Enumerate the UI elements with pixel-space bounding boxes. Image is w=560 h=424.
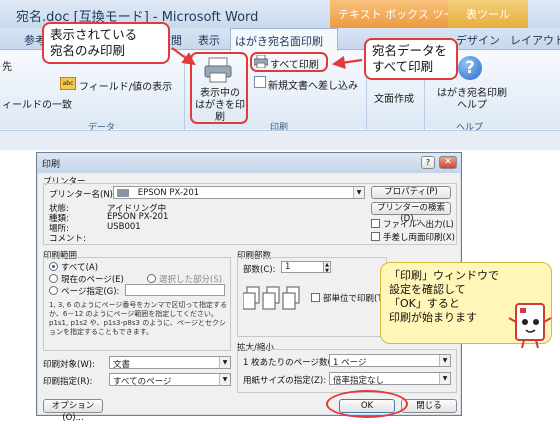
collate-pages-icon [243,286,300,310]
chevron-down-icon[interactable]: ▼ [439,373,450,384]
chevron-down-icon[interactable]: ▼ [219,374,230,385]
print-what-label: 印刷対象(W): [43,360,95,370]
close-icon[interactable]: ✕ [439,156,457,169]
close-button[interactable]: 閉じる [401,399,457,413]
copies-value: 1 [285,262,291,272]
location-value: USB001 [107,222,141,232]
properties-button[interactable]: プロパティ(P) [371,186,451,199]
range-all-radio[interactable] [49,262,58,271]
range-pages-label: ページ指定(G): [61,287,120,297]
comment-label: コメント: [49,234,86,244]
help-icon[interactable]: ? [421,156,435,169]
range-selection-radio[interactable] [147,274,156,283]
print-pages-label: 印刷指定(R): [43,377,93,387]
manual-duplex-label: 手差し両面印刷(X) [383,233,455,243]
chevron-down-icon[interactable]: ▼ [439,355,450,366]
scale-paper-label: 用紙サイズの指定(Z): [243,376,327,386]
printer-name-label: プリンター名(N): [49,190,116,200]
highlight-ok-button [326,390,408,418]
chevron-down-icon[interactable]: ▼ [353,187,364,198]
find-printer-button[interactable]: プリンターの検索(D)... [371,202,451,224]
range-help-text: 1, 3, 6 のようにページ番号をカンマで区切って指定するか、6－12 のよう… [49,301,227,336]
print-pages-select[interactable]: すべてのページ ▼ [109,373,231,387]
range-current-radio[interactable] [49,274,58,283]
copies-stepper[interactable]: ▲ ▼ [323,261,331,274]
chevron-down-icon[interactable]: ▼ [219,357,230,368]
printer-small-icon [117,188,129,197]
range-pages-radio[interactable] [49,286,58,295]
pages-per-sheet-select[interactable]: 1 ページ ▼ [329,354,451,368]
dialog-title: 印刷 [42,160,61,170]
scale-paper-value: 倍率指定なし [333,376,385,386]
dialog-title-bar [37,153,461,173]
printer-select-value: EPSON PX-201 [137,188,200,198]
range-current-label: 現在のページ(E) [61,275,124,285]
print-what-value: 文書 [113,360,131,370]
print-pages-value: すべてのページ [113,377,172,387]
options-button[interactable]: オプション(O)... [43,399,103,423]
print-to-file-label: ファイルへ出力(L) [383,220,454,230]
arrow-to-print-current [171,47,196,66]
type-value: EPSON PX-201 [107,212,169,222]
range-pages-input[interactable] [125,284,225,296]
pages-per-sheet-value: 1 ページ [333,358,367,368]
copies-label: 部数(C): [243,265,276,275]
print-to-file-checkbox[interactable] [371,219,380,228]
scale-paper-select[interactable]: 倍率指定なし ▼ [329,372,451,386]
manual-duplex-checkbox[interactable] [371,232,380,241]
callout-arrows [171,47,363,69]
collate-label: 部単位で印刷(T) [323,294,386,304]
collate-checkbox[interactable] [311,293,320,302]
range-all-label: すべて(A) [61,263,99,273]
printer-select[interactable]: EPSON PX-201 ▼ [113,186,365,199]
copies-input[interactable]: 1 [281,261,329,273]
mascot-character-icon [508,303,552,349]
print-what-select[interactable]: 文書 ▼ [109,356,231,370]
arrow-to-print-all [331,55,363,69]
